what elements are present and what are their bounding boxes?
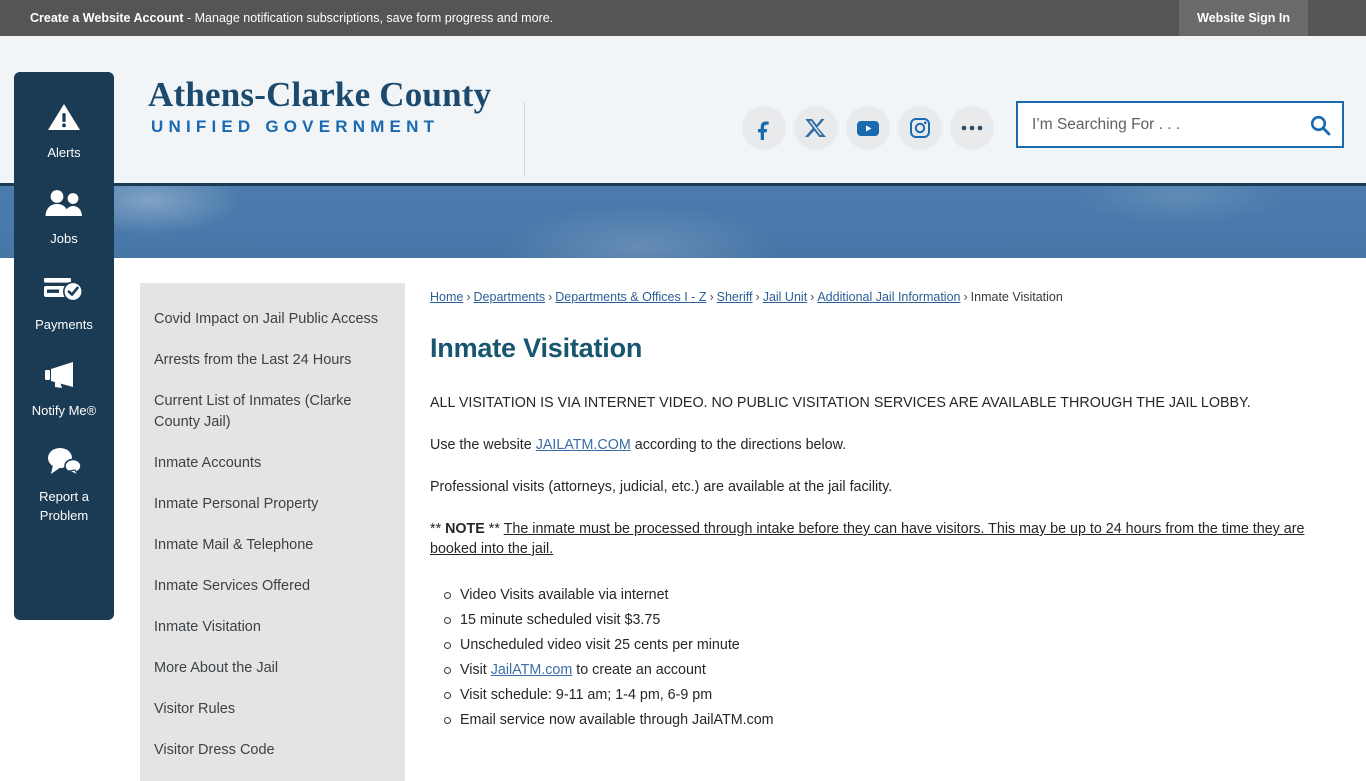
create-account-link[interactable]: Create a Website Account (30, 11, 184, 25)
sidebar-item-visitor-rules[interactable]: Visitor Rules (140, 689, 405, 730)
rail-label-alerts: Alerts (47, 145, 81, 160)
jailatm-com-link[interactable]: JAILATM.COM (536, 437, 631, 453)
search-icon[interactable] (1298, 103, 1342, 146)
paragraph-website-directions: Use the website JAILATM.COM according to… (430, 435, 1330, 455)
breadcrumb-separator: › (466, 290, 471, 304)
alert-triangle-icon (46, 98, 82, 136)
search-input[interactable] (1018, 103, 1298, 146)
page-title: Inmate Visitation (430, 333, 643, 363)
breadcrumb-link-jail-unit[interactable]: Jail Unit (763, 290, 807, 304)
breadcrumb-current: Inmate Visitation (970, 290, 1063, 304)
sidebar-item-inmate-accounts[interactable]: Inmate Accounts (140, 443, 405, 484)
sidebar-item-covid-impact[interactable]: Covid Impact on Jail Public Access (140, 299, 405, 340)
list-item: Visit JailATM.com to create an account (430, 660, 1330, 680)
rail-item-alerts[interactable]: Alerts (14, 98, 114, 162)
rail-item-notify-me[interactable]: Notify Me® (14, 356, 114, 420)
sidebar-item-inmate-visitation[interactable]: Inmate Visitation (140, 607, 405, 648)
paragraph-text-before-link: Use the website (430, 437, 536, 453)
breadcrumb-separator: › (810, 290, 815, 304)
credit-card-check-icon (42, 270, 86, 308)
paragraph-note: ** NOTE ** The inmate must be processed … (430, 519, 1330, 559)
create-account-message: Create a Website Account - Manage notifi… (30, 0, 553, 36)
breadcrumb-link-sheriff[interactable]: Sheriff (717, 290, 753, 304)
list-item: Unscheduled video visit 25 cents per min… (430, 635, 1330, 655)
website-sign-in-button[interactable]: Website Sign In (1179, 0, 1308, 36)
list-item: 15 minute scheduled visit $3.75 (430, 610, 1330, 630)
create-account-description: - Manage notification subscriptions, sav… (183, 11, 554, 25)
rail-label-payments: Payments (35, 317, 93, 332)
note-suffix: ** (484, 521, 504, 537)
logo-title: Athens-Clarke County (148, 75, 492, 114)
more-icon[interactable] (950, 106, 994, 150)
breadcrumb-link-departments[interactable]: Departments (474, 290, 546, 304)
rail-item-payments[interactable]: Payments (14, 270, 114, 334)
page-content: Covid Impact on Jail Public Access Arres… (0, 258, 1366, 781)
list-item-text-after-link: to create an account (572, 662, 706, 678)
speech-bubbles-icon (44, 442, 84, 480)
rail-label-notify-me: Notify Me® (31, 403, 97, 418)
list-item-text-before-link: Visit (460, 662, 491, 678)
breadcrumb-separator: › (963, 290, 968, 304)
site-logo[interactable]: Athens-Clarke County UNIFIED GOVERNMENT (148, 76, 491, 138)
rail-label-jobs: Jobs (50, 231, 78, 246)
note-label: NOTE (445, 521, 485, 537)
site-search (1016, 101, 1344, 148)
sidebar-item-arrests-24-hours[interactable]: Arrests from the Last 24 Hours (140, 340, 405, 381)
rail-label-report-a-problem: Report a Problem (39, 489, 89, 523)
sidebar-item-current-list-of-inmates[interactable]: Current List of Inmates (Clarke County J… (140, 381, 405, 443)
sidebar-item-visitor-dress-code[interactable]: Visitor Dress Code (140, 730, 405, 771)
instagram-icon[interactable] (898, 106, 942, 150)
header-divider (524, 102, 525, 176)
megaphone-icon (43, 356, 85, 394)
note-prefix: ** (430, 521, 446, 537)
logo-subtitle: UNIFIED GOVERNMENT (151, 117, 440, 136)
rail-item-report-a-problem[interactable]: Report a Problem (14, 442, 114, 525)
top-utility-bar: Create a Website Account - Manage notifi… (0, 0, 1366, 36)
facebook-icon[interactable] (742, 106, 786, 150)
x-twitter-icon[interactable] (794, 106, 838, 150)
note-body: The inmate must be processed through int… (430, 521, 1305, 557)
jailatm-account-link[interactable]: JailATM.com (491, 662, 573, 678)
list-item: Email service now available through Jail… (430, 710, 1330, 730)
sidebar-item-inmate-services-offered[interactable]: Inmate Services Offered (140, 566, 405, 607)
visitation-details-list: Video Visits available via internet 15 m… (430, 585, 1330, 730)
sidebar-item-more-about-the-jail[interactable]: More About the Jail (140, 648, 405, 689)
social-links (742, 106, 994, 150)
paragraph-text-after-link: according to the directions below. (630, 437, 847, 453)
page-banner-image (0, 186, 1366, 258)
quick-links-rail: Alerts Jobs Payments Notify Me® Report a… (14, 72, 114, 620)
section-navigation-menu: Covid Impact on Jail Public Access Arres… (140, 283, 405, 781)
breadcrumb-separator: › (709, 290, 714, 304)
list-item: Video Visits available via internet (430, 585, 1330, 605)
breadcrumb-link-home[interactable]: Home (430, 290, 463, 304)
breadcrumb: Home › Departments › Departments & Offices I… (430, 288, 1330, 306)
breadcrumb-separator: › (548, 290, 553, 304)
article: Home › Departments › Departments & Offices I… (430, 288, 1330, 735)
list-item: Visit schedule: 9-11 am; 1-4 pm, 6-9 pm (430, 685, 1330, 705)
site-header: Athens-Clarke County UNIFIED GOVERNMENT … (0, 36, 1366, 201)
paragraph-professional-visits: Professional visits (attorneys, judicial… (430, 479, 893, 495)
sidebar-item-inmate-mail-telephone[interactable]: Inmate Mail & Telephone (140, 525, 405, 566)
rail-item-jobs[interactable]: Jobs (14, 184, 114, 248)
paragraph-visitation-notice: ALL VISITATION IS VIA INTERNET VIDEO. NO… (430, 395, 1251, 411)
breadcrumb-separator: › (755, 290, 760, 304)
youtube-icon[interactable] (846, 106, 890, 150)
sidebar-item-inmate-personal-property[interactable]: Inmate Personal Property (140, 484, 405, 525)
people-icon (43, 184, 85, 222)
breadcrumb-link-departments-offices[interactable]: Departments & Offices I - Z (555, 290, 706, 304)
breadcrumb-link-additional-jail-information[interactable]: Additional Jail Information (817, 290, 960, 304)
